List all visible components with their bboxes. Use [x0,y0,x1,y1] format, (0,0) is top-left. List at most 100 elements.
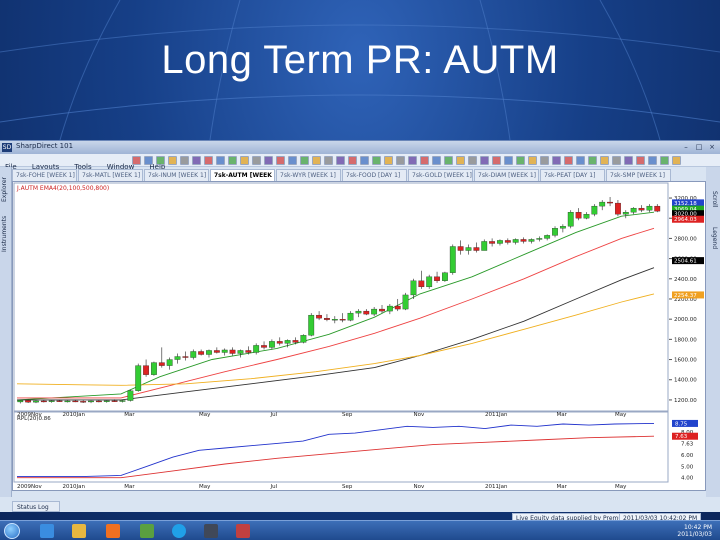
toolbar-tool-icon[interactable] [228,156,237,165]
trading-app-window: SD SharpDirect 101 – □ × File Layouts To… [0,140,720,512]
toolbar-tool-icon[interactable] [612,156,621,165]
chart-tab[interactable]: 7sk-SMP [WEEK 1] [606,169,671,181]
toolbar-tool-icon[interactable] [264,156,273,165]
toolbar-tool-icon[interactable] [456,156,465,165]
toolbar-tool-icon[interactable] [672,156,681,165]
toolbar-tool-icon[interactable] [432,156,441,165]
toolbar-tool-icon[interactable] [372,156,381,165]
instruments-tab[interactable]: Instruments [1,211,11,257]
legend-tab[interactable]: Legend [708,227,718,255]
toolbar-tool-icon[interactable] [396,156,405,165]
internet-explorer-icon[interactable] [40,524,54,538]
toolbar-tool-icon[interactable] [600,156,609,165]
chart-tab[interactable]: 7sk-GOLD [WEEK 1] [408,169,473,181]
candle-body [575,212,582,219]
toolbar-tool-icon[interactable] [288,156,297,165]
candle-body [426,276,433,288]
toolbar-tool-icon[interactable] [324,156,333,165]
chart-tab[interactable]: 7sk-AUTM [WEEK 1] [210,169,275,181]
toolbar-tool-icon[interactable] [312,156,321,165]
toolbar-tool-icon[interactable] [660,156,669,165]
toolbar-tool-icon[interactable] [576,156,585,165]
toolbar-tool-icon[interactable] [204,156,213,165]
start-button[interactable] [4,523,20,539]
toolbar-tool-icon[interactable] [384,156,393,165]
toolbar-tool-icon[interactable] [132,156,141,165]
toolbar-tool-icon[interactable] [360,156,369,165]
candle-body [607,201,613,204]
price-axis-label: 1800.00 [674,337,697,343]
toolbar-tool-icon[interactable] [492,156,501,165]
folder-icon[interactable] [72,524,86,538]
candle-body [95,400,102,403]
price-axis-label: 1600.00 [674,358,697,364]
ema-line [16,293,655,386]
media-player-icon[interactable] [106,524,120,538]
app-icon[interactable] [140,524,154,538]
candle-body [331,319,338,321]
time-axis-label: Mar [557,412,568,418]
rsi-axis-label: 4.00 [681,476,694,482]
rsi-axis-label: 7.63 [681,441,694,447]
chart-tab[interactable]: 7sk-INUM [WEEK 1] [144,169,209,181]
toolbar-tool-icon[interactable] [624,156,633,165]
chart-tab[interactable]: 7sk-WYR [WEEK 1] [276,169,341,181]
maximize-button[interactable]: □ [693,142,705,152]
candle-body [339,319,346,321]
toolbar-tool-icon[interactable] [168,156,177,165]
taskbar-clock: 10:42 PM 2011/03/03 [677,524,712,538]
toolbar-tool-icon[interactable] [516,156,525,165]
candle-body [536,238,543,240]
trading-app-taskbar-icon[interactable] [204,524,218,538]
candle-body [284,340,291,344]
candle-body [520,239,527,242]
toolbar-tool-icon[interactable] [420,156,429,165]
powerpoint-icon[interactable] [236,524,250,538]
toolbar-tool-icon[interactable] [276,156,285,165]
candle-body [206,350,212,355]
candle-body [552,228,558,236]
toolbar-tool-icon[interactable] [156,156,165,165]
candle-body [394,305,401,310]
skype-icon[interactable] [172,524,186,538]
toolbar-tool-icon[interactable] [144,156,153,165]
close-button[interactable]: × [706,142,718,152]
toolbar-tool-icon[interactable] [180,156,189,165]
toolbar-tool-icon[interactable] [468,156,477,165]
candle-body [473,247,480,251]
price-chart[interactable]: J.AUTM EMA4(20,100,500,800) 1200.00 1400.0… [13,182,707,492]
minimize-button[interactable]: – [680,142,692,152]
explorer-tab[interactable]: Explorer [1,175,11,205]
toolbar-tool-icon[interactable] [240,156,249,165]
toolbar-tool-icon[interactable] [504,156,513,165]
toolbar-tool-icon[interactable] [192,156,201,165]
candle-body [410,280,417,296]
chart-tab[interactable]: 7sk-FOHE [WEEK 1] [12,169,77,181]
toolbar-tool-icon[interactable] [564,156,573,165]
toolbar-tool-icon[interactable] [444,156,453,165]
toolbar-tool-icon[interactable] [480,156,489,165]
candle-body [190,351,197,358]
candle-body [103,400,110,402]
toolbar-tool-icon[interactable] [216,156,225,165]
time-axis-label: 2011Jan [485,412,508,418]
chart-tab[interactable]: 7sk-PEAT [DAY 1] [540,169,605,181]
chart-tab[interactable]: 7sk-FOOD [DAY 1] [342,169,407,181]
toolbar-tool-icon[interactable] [300,156,309,165]
toolbar-tool-icon[interactable] [252,156,261,165]
toolbar-tool-icon[interactable] [348,156,357,165]
toolbar-tool-icon[interactable] [336,156,345,165]
toolbar-tool-icon[interactable] [552,156,561,165]
toolbar-tool-icon[interactable] [636,156,645,165]
toolbar-tool-icon[interactable] [648,156,657,165]
chart-tab[interactable]: 7sk-MATL [WEEK 1] [78,169,143,181]
toolbar-tool-icon[interactable] [408,156,417,165]
chart-panel[interactable]: J.AUTM EMA4(20,100,500,800) 1200.00 1400.0… [12,181,706,491]
time-axis-label: Nov [414,412,425,418]
toolbar-tool-icon[interactable] [528,156,537,165]
chart-tab[interactable]: 7sk-DIAM [WEEK 1] [474,169,539,181]
toolbar-tool-icon[interactable] [588,156,597,165]
scroll-tab[interactable]: Scroll [708,191,718,219]
time-axis-label: May [615,412,627,418]
toolbar-tool-icon[interactable] [540,156,549,165]
